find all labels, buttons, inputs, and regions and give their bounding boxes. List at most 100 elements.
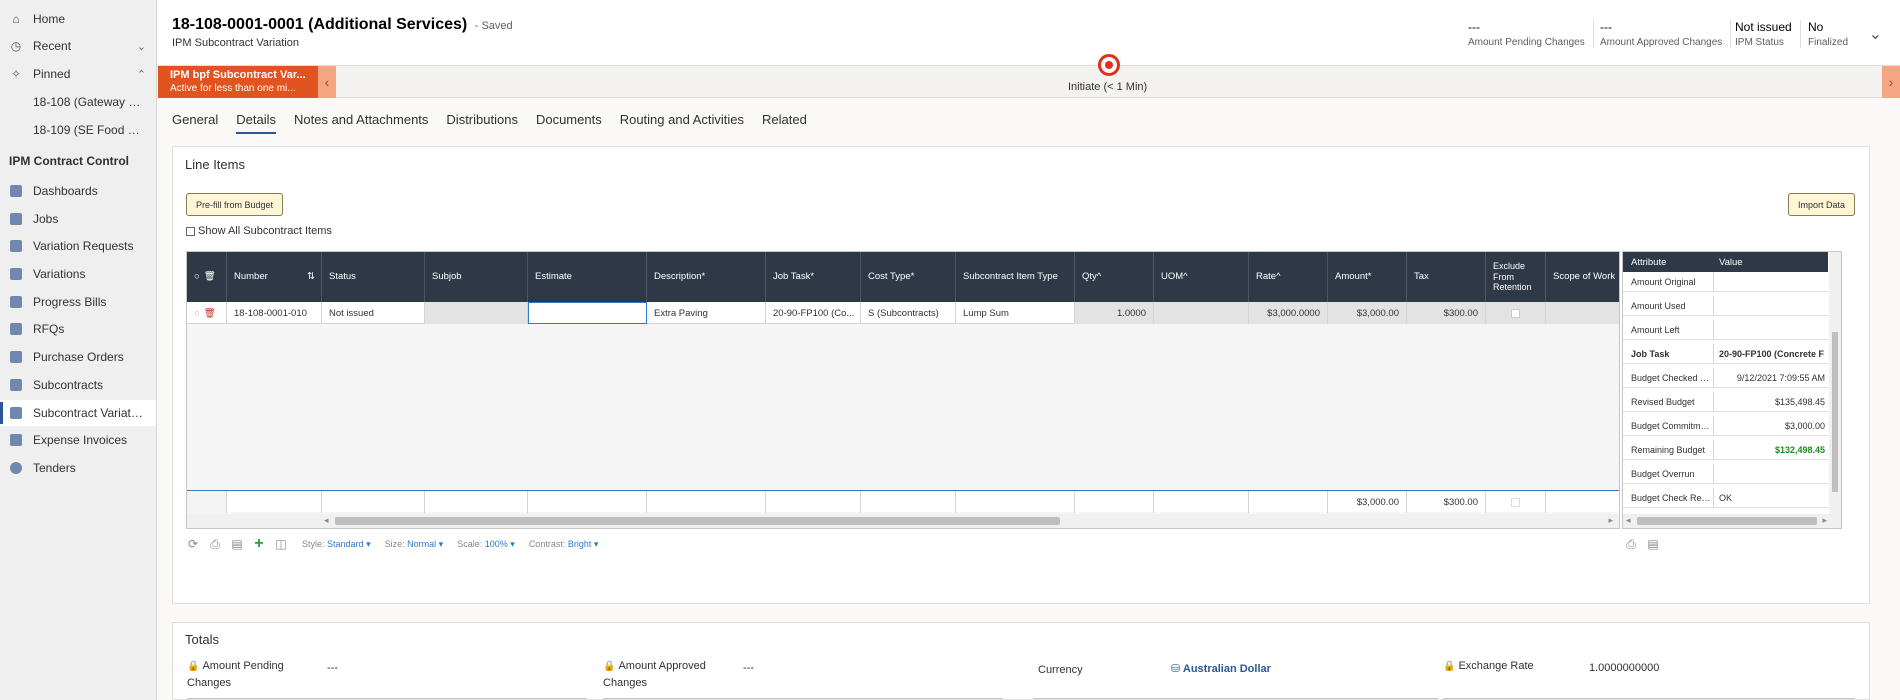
print-icon[interactable]: ⎙	[208, 537, 222, 551]
col-header-job-task[interactable]: Job Task*	[766, 252, 861, 302]
excel-export-icon[interactable]: ▤	[230, 537, 244, 551]
cell-item-type[interactable]: Lump Sum	[956, 302, 1075, 324]
row-select[interactable]: ○ 🗑	[187, 302, 227, 324]
attribute-horizontal-scrollbar[interactable]: ◂ ▸	[1623, 514, 1841, 528]
cell-rate[interactable]: $3,000.0000	[1249, 302, 1328, 324]
col-header-cost-type[interactable]: Cost Type*	[861, 252, 956, 302]
scrollbar-thumb[interactable]	[1832, 332, 1838, 492]
chevron-up-icon[interactable]: ⌃	[137, 68, 146, 81]
scroll-left-icon[interactable]: ◂	[1626, 515, 1631, 526]
sort-icon[interactable]: ⇅	[307, 271, 315, 282]
sidebar-item-variations[interactable]: Variations	[0, 261, 156, 287]
col-header-uom[interactable]: UOM^	[1154, 252, 1249, 302]
col-header-item-type[interactable]: Subcontract Item Type	[956, 252, 1075, 302]
tab-documents[interactable]: Documents	[536, 112, 602, 134]
tab-distributions[interactable]: Distributions	[446, 112, 518, 134]
sidebar-item-dashboards[interactable]: Dashboards	[0, 178, 156, 204]
cell-amount[interactable]: $3,000.00	[1328, 302, 1407, 324]
tab-notes[interactable]: Notes and Attachments	[294, 112, 428, 134]
scrollbar-thumb[interactable]	[335, 517, 1060, 525]
footer-cell	[766, 491, 861, 513]
grid-horizontal-scrollbar[interactable]: ◂ ▸	[187, 514, 1619, 528]
cell-tax[interactable]: $300.00	[1407, 302, 1486, 324]
style-dropdown[interactable]: Style: Standard ▾	[302, 539, 371, 550]
tab-details[interactable]: Details	[236, 112, 276, 134]
expand-header-chevron-icon[interactable]: ⌄	[1869, 24, 1882, 44]
tab-routing[interactable]: Routing and Activities	[620, 112, 744, 134]
nav-recent[interactable]: ◷ Recent ⌄	[0, 33, 156, 59]
refresh-icon[interactable]: ⟳	[186, 537, 200, 551]
row-delete-trash-icon[interactable]: 🗑	[204, 308, 216, 319]
nav-home[interactable]: ⌂ Home	[0, 6, 156, 32]
sidebar-item-jobs[interactable]: Jobs	[0, 206, 156, 232]
col-header-scope[interactable]: Scope of Work	[1546, 252, 1619, 302]
add-row-icon[interactable]: +	[252, 535, 266, 552]
cell-scope[interactable]	[1546, 302, 1619, 324]
cell-uom[interactable]	[1154, 302, 1249, 324]
bpf-stage-target-icon[interactable]	[1098, 54, 1120, 76]
excel-export-icon[interactable]: ▤	[1646, 537, 1660, 551]
import-data-button[interactable]: Import Data	[1787, 193, 1855, 216]
attribute-vertical-scrollbar[interactable]	[1829, 252, 1841, 514]
sidebar-item-purchase-orders[interactable]: Purchase Orders	[0, 344, 156, 370]
col-header-number[interactable]: Number ⇅	[227, 252, 322, 302]
grid-select-all[interactable]: ○ 🗑	[187, 252, 227, 302]
exclude-retention-checkbox[interactable]	[1511, 308, 1520, 318]
scroll-left-icon[interactable]: ◂	[324, 515, 329, 526]
lock-icon: 🔒	[603, 661, 616, 672]
sidebar-item-subcontracts[interactable]: Subcontracts	[0, 372, 156, 398]
prefill-budget-button[interactable]: Pre-fill from Budget	[186, 193, 284, 216]
col-header-status[interactable]: Status	[322, 252, 425, 302]
col-header-amount[interactable]: Amount*	[1328, 252, 1407, 302]
columns-icon[interactable]: ◫	[274, 537, 288, 551]
scale-dropdown[interactable]: Scale: 100% ▾	[457, 539, 515, 550]
table-row[interactable]: ○ 🗑 18-108-0001-010 Not issued Extra Pav…	[187, 302, 1619, 324]
scroll-right-icon[interactable]: ▸	[1608, 515, 1613, 526]
col-header-estimate[interactable]: Estimate	[528, 252, 647, 302]
sidebar-item-variation-requests[interactable]: Variation Requests	[0, 233, 156, 259]
contrast-dropdown[interactable]: Contrast: Bright ▾	[529, 539, 599, 550]
nav-pinned[interactable]: ✧ Pinned ⌃	[0, 61, 156, 87]
cell-status[interactable]: Not issued	[322, 302, 425, 324]
sidebar-item-tenders[interactable]: Tenders	[0, 455, 156, 481]
cell-estimate-input[interactable]	[528, 302, 647, 324]
show-all-subcontract-items[interactable]: Show All Subcontract Items	[186, 225, 332, 237]
cell-exclude-retention[interactable]	[1486, 302, 1546, 324]
tab-related[interactable]: Related	[762, 112, 807, 134]
sidebar-item-label: RFQs	[33, 322, 65, 336]
print-icon[interactable]: ⎙	[1624, 537, 1638, 551]
select-all-circle-icon[interactable]: ○	[194, 271, 200, 282]
pinned-item[interactable]: 18-108 (Gateway Wi...	[0, 89, 156, 115]
sidebar-item-label: Variation Requests	[33, 239, 134, 253]
cell-cost-type[interactable]: S (Subcontracts)	[861, 302, 956, 324]
size-dropdown[interactable]: Size: Normal ▾	[385, 539, 444, 550]
currency-lookup-link[interactable]: ⛁ Australian Dollar	[1171, 662, 1271, 675]
col-header-description[interactable]: Description*	[647, 252, 766, 302]
delete-trash-icon[interactable]: 🗑	[204, 271, 216, 282]
pinned-item[interactable]: 18-109 (SE Food War...	[0, 117, 156, 143]
sidebar-item-rfqs[interactable]: RFQs	[0, 316, 156, 342]
scrollbar-thumb[interactable]	[1637, 517, 1817, 525]
sidebar-item-subcontract-variations[interactable]: Subcontract Variations	[0, 400, 156, 426]
chevron-down-icon[interactable]: ⌄	[137, 40, 146, 53]
show-all-checkbox[interactable]	[186, 226, 195, 236]
row-select-circle-icon[interactable]: ○	[194, 308, 200, 319]
bpf-stage-label[interactable]: Initiate (< 1 Min)	[1068, 81, 1147, 93]
bpf-next-chevron-icon[interactable]: ›	[1882, 66, 1900, 98]
sidebar-item-progress-bills[interactable]: Progress Bills	[0, 289, 156, 315]
col-header-rate[interactable]: Rate^	[1249, 252, 1328, 302]
tab-general[interactable]: General	[172, 112, 218, 134]
col-header-exclude-retention[interactable]: Exclude From Retention	[1486, 252, 1546, 302]
cell-description[interactable]: Extra Paving	[647, 302, 766, 324]
cell-number[interactable]: 18-108-0001-010	[227, 302, 322, 324]
scroll-right-icon[interactable]: ▸	[1822, 515, 1827, 526]
bpf-active-stage[interactable]: IPM bpf Subcontract Var... Active for le…	[158, 66, 318, 98]
cell-subjob[interactable]	[425, 302, 528, 324]
col-header-tax[interactable]: Tax	[1407, 252, 1486, 302]
col-header-subjob[interactable]: Subjob	[425, 252, 528, 302]
col-header-qty[interactable]: Qty^	[1075, 252, 1154, 302]
sidebar-item-expense-invoices[interactable]: Expense Invoices	[0, 427, 156, 453]
bpf-prev-chevron-icon[interactable]: ‹	[318, 66, 336, 98]
cell-qty[interactable]: 1.0000	[1075, 302, 1154, 324]
cell-job-task[interactable]: 20-90-FP100 (Co...	[766, 302, 861, 324]
